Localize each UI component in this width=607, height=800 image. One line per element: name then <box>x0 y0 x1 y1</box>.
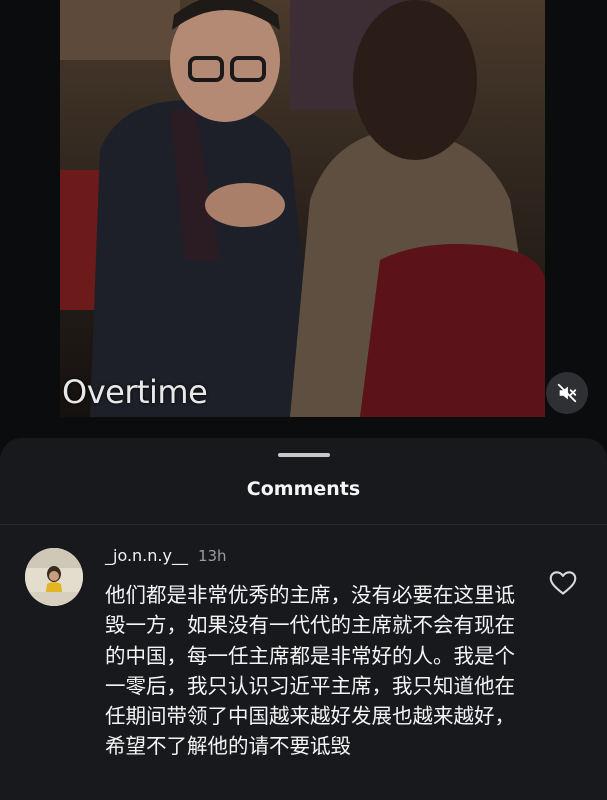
sheet-title: Comments <box>246 478 361 500</box>
heart-icon <box>549 571 577 595</box>
muted-speaker-icon <box>557 383 577 403</box>
comments-sheet: Comments _jo.n.n.y__ 13h 他们都是非常优秀的主席，没有必… <box>0 438 607 800</box>
video-watermark: Overtime <box>62 373 208 411</box>
avatar[interactable] <box>25 548 83 606</box>
comment-username[interactable]: _jo.n.n.y__ <box>105 546 188 565</box>
like-button[interactable] <box>549 570 577 596</box>
sheet-drag-handle[interactable] <box>278 453 330 457</box>
video-player[interactable]: Overtime <box>60 0 545 417</box>
divider <box>0 524 607 525</box>
avatar-image <box>25 548 83 606</box>
comment-text: 他们都是非常优秀的主席，没有必要在这里诋毁一方，如果没有一代代的主席就不会有现在… <box>105 583 515 759</box>
video-area: Overtime <box>0 0 607 440</box>
comment-item: _jo.n.n.y__ 13h 他们都是非常优秀的主席，没有必要在这里诋毁一方，… <box>0 544 607 800</box>
comment-header: _jo.n.n.y__ 13h <box>105 546 227 566</box>
mute-button[interactable] <box>546 372 588 414</box>
comment-time: 13h <box>197 547 227 565</box>
video-frame <box>60 0 545 417</box>
